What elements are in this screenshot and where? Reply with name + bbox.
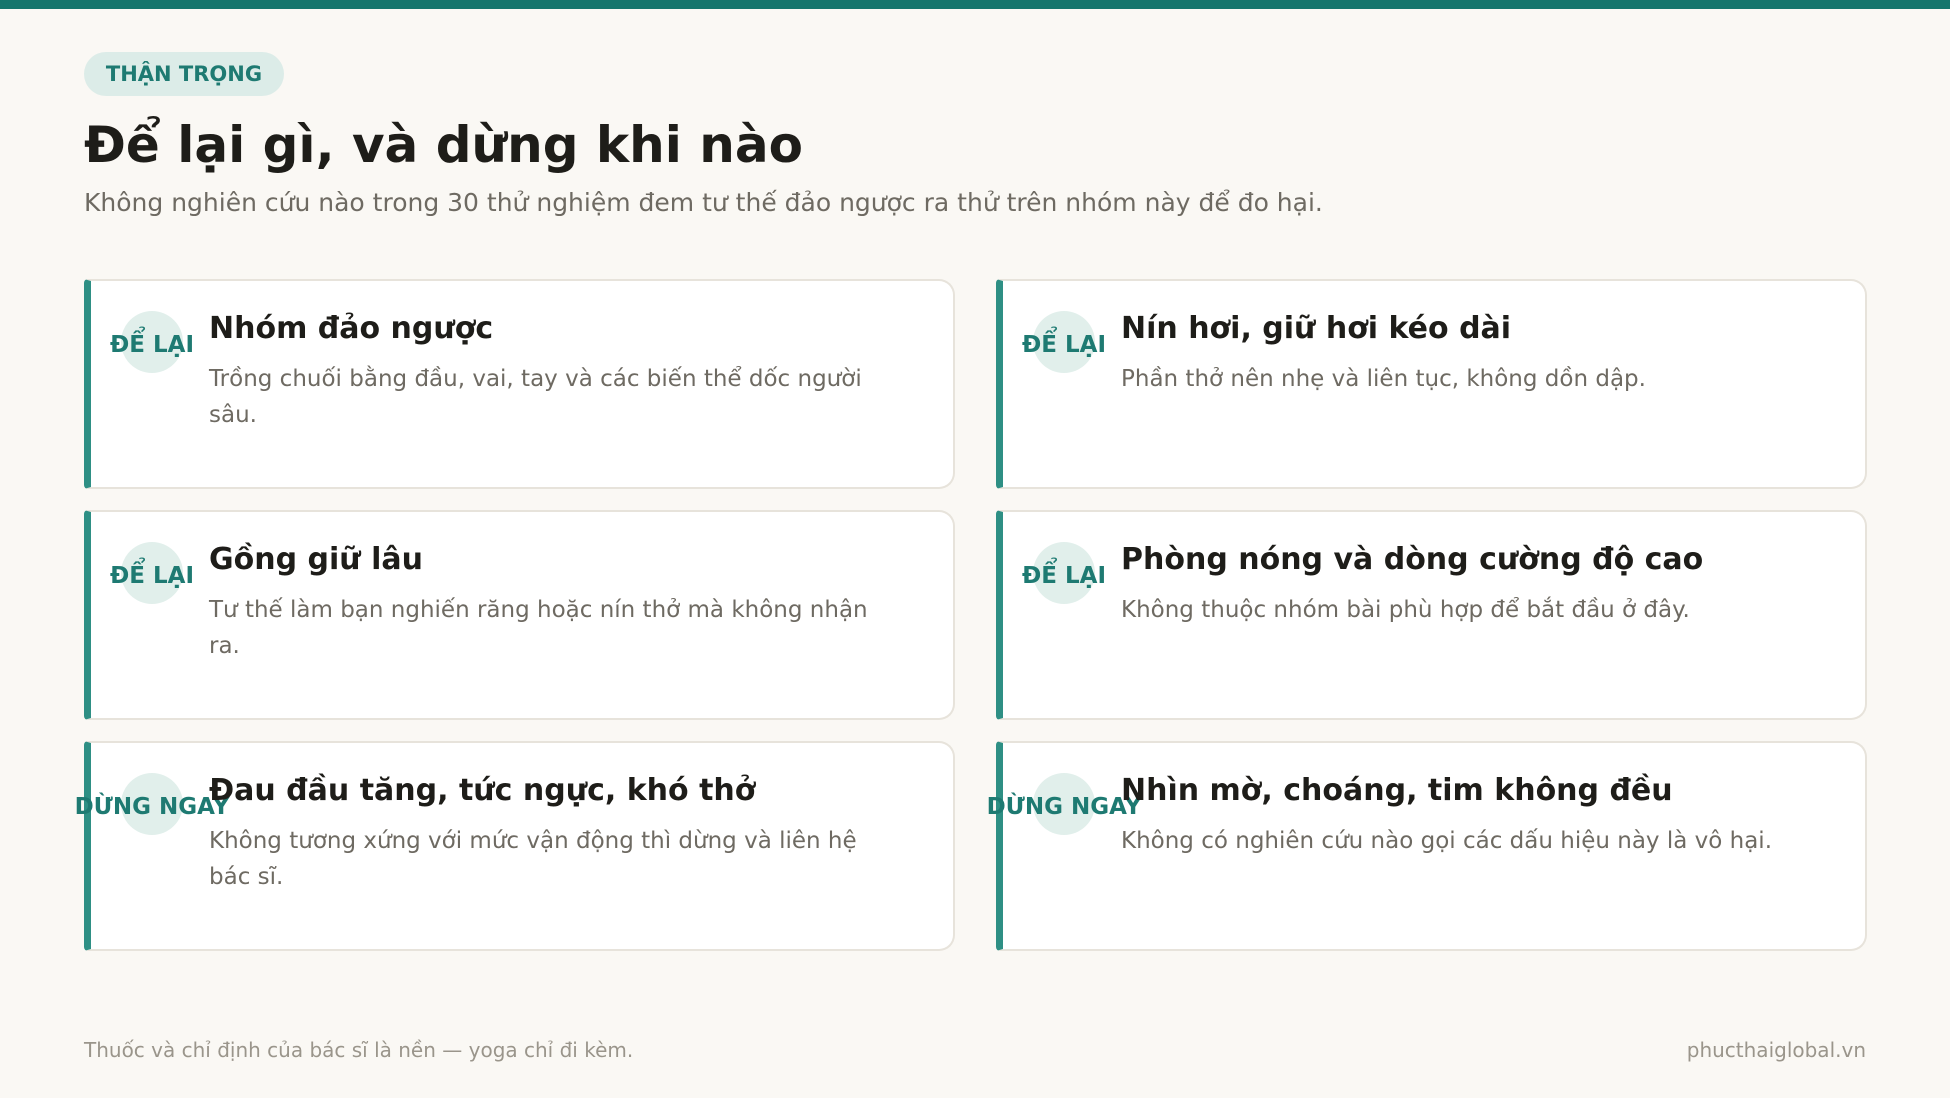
- card-description: Không có nghiên cứu nào gọi các dấu hiệu…: [1121, 828, 1773, 854]
- card-title: Gồng giữ lâu: [209, 542, 423, 577]
- footer-note: Thuốc và chỉ định của bác sĩ là nền — yo…: [84, 1038, 634, 1062]
- card-tag: ĐỂ LẠI: [109, 563, 195, 589]
- caution-card-long-holds: ĐỂ LẠI Gồng giữ lâu Tư thế làm bạn nghiế…: [84, 510, 955, 720]
- caution-card-inversions: ĐỂ LẠI Nhóm đảo ngược Trồng chuối bằng đ…: [84, 279, 955, 489]
- card-tag: ĐỂ LẠI: [1021, 332, 1107, 358]
- card-title: Nín hơi, giữ hơi kéo dài: [1121, 311, 1512, 346]
- card-title: Nhóm đảo ngược: [209, 311, 494, 346]
- top-accent-bar: [0, 0, 1950, 9]
- page-subtitle: Không nghiên cứu nào trong 30 thử nghiệm…: [84, 188, 1323, 217]
- card-title: Đau đầu tăng, tức ngực, khó thở: [209, 773, 756, 808]
- card-title: Phòng nóng và dòng cường độ cao: [1121, 542, 1704, 577]
- section-eyebrow-badge: THẬN TRỌNG: [84, 52, 284, 96]
- card-description: Trồng chuối bằng đầu, vai, tay và các bi…: [209, 366, 862, 428]
- caution-card-grid: ĐỂ LẠI Nhóm đảo ngược Trồng chuối bằng đ…: [75, 279, 1867, 952]
- stop-card-headache-chest: DỪNG NGAY Đau đầu tăng, tức ngực, khó th…: [75, 741, 955, 951]
- card-description: Phần thở nên nhẹ và liên tục, không dồn …: [1121, 366, 1646, 392]
- card-description: Tư thế làm bạn nghiến răng hoặc nín thở …: [209, 597, 868, 659]
- caution-card-hot-room: ĐỂ LẠI Phòng nóng và dòng cường độ cao K…: [996, 510, 1867, 720]
- card-tag: ĐỂ LẠI: [109, 332, 195, 358]
- card-description: Không tương xứng với mức vận động thì dừ…: [209, 828, 857, 890]
- stop-card-vision-dizziness: DỪNG NGAY Nhìn mờ, choáng, tim không đều…: [987, 741, 1867, 951]
- card-tag: ĐỂ LẠI: [1021, 563, 1107, 589]
- page-title: Để lại gì, và dừng khi nào: [84, 116, 803, 174]
- card-description: Không thuộc nhóm bài phù hợp để bắt đầu …: [1121, 597, 1690, 623]
- card-tag: DỪNG NGAY: [986, 794, 1142, 820]
- card-tag: DỪNG NGAY: [74, 794, 230, 820]
- caution-card-breath-hold: ĐỂ LẠI Nín hơi, giữ hơi kéo dài Phần thở…: [996, 279, 1867, 489]
- card-title: Nhìn mờ, choáng, tim không đều: [1121, 773, 1673, 808]
- footer-site-url: phucthaiglobal.vn: [1686, 1038, 1866, 1062]
